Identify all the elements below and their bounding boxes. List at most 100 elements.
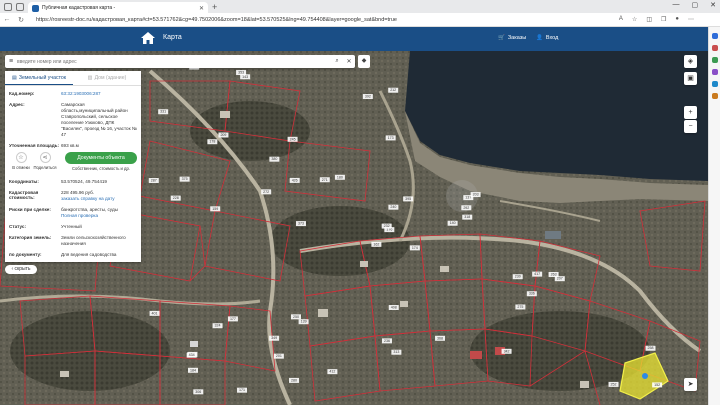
back-icon[interactable]: ←	[0, 16, 14, 23]
favorite-star-icon[interactable]: ☆	[632, 16, 637, 23]
parcel-number-label[interactable]: 203	[473, 193, 479, 197]
favorites-button[interactable]: ☆ В отмеки	[9, 152, 33, 170]
games-icon[interactable]	[711, 69, 718, 75]
layers-filter-icon[interactable]: ◆	[358, 55, 370, 68]
parcel-number-label[interactable]: 375	[182, 177, 188, 181]
login-button[interactable]: 👤 Вход	[536, 35, 558, 41]
parcel-number-label[interactable]: 292	[463, 206, 469, 210]
parcel-number-label[interactable]: 140	[450, 221, 456, 225]
documents-button[interactable]: Документы объекта	[65, 151, 137, 164]
parcel-number-label[interactable]: 426	[292, 178, 298, 182]
map-type-icon[interactable]: ▣	[684, 72, 697, 85]
parcel-number-label[interactable]: 342	[504, 349, 510, 353]
map-nav-label[interactable]: Карта	[163, 34, 182, 41]
zoom-out-button[interactable]: −	[684, 120, 697, 133]
parcel-number-label[interactable]: 287	[151, 179, 157, 183]
parcel-number-label[interactable]: 275	[517, 305, 523, 309]
parcel-number-label[interactable]: 434	[189, 353, 195, 357]
parcel-number-label[interactable]: 232	[384, 224, 390, 228]
parcel-number-label[interactable]: 392	[365, 95, 371, 99]
parcel-number-label[interactable]: 180	[337, 175, 343, 179]
parcel-number-label[interactable]: 258	[648, 346, 654, 350]
search-input[interactable]	[17, 58, 331, 65]
zoom-in-button[interactable]: +	[684, 106, 697, 119]
parcel-number-label[interactable]: 152	[654, 383, 660, 387]
parcel-number-label[interactable]: 250	[293, 315, 299, 319]
parcel-number-label[interactable]: 368	[437, 336, 443, 340]
parcel-number-label[interactable]: 230	[515, 275, 521, 279]
parcel-number-label[interactable]: 173	[388, 136, 394, 140]
parcel-number-label[interactable]: 408	[391, 306, 397, 310]
parcel-number-label[interactable]: 412	[329, 370, 335, 374]
split-screen-icon[interactable]: ◫	[646, 16, 652, 23]
outlook-icon[interactable]	[711, 81, 718, 87]
parcel-number-label[interactable]: 171	[239, 388, 245, 392]
close-tab-icon[interactable]: ✕	[199, 5, 204, 12]
read-aloud-icon[interactable]: A	[619, 16, 623, 23]
search-icon[interactable]: ⌕	[331, 58, 343, 65]
parcel-number-label[interactable]: 159	[212, 207, 218, 211]
parcel-number-label[interactable]: 184	[190, 368, 196, 372]
parcel-number-label[interactable]: 401	[152, 311, 158, 315]
parcel-number-label[interactable]: 143	[242, 75, 248, 79]
parcel-number-label[interactable]: 313	[393, 350, 399, 354]
parcel-number-label[interactable]: 380	[271, 157, 277, 161]
parcel-number-label[interactable]: 417	[534, 272, 540, 276]
share-button[interactable]: ⋖ Поделиться	[33, 152, 57, 170]
tab-building[interactable]: ▥ Дом (здание)	[73, 71, 141, 85]
parcel-number-label[interactable]: 373	[298, 222, 304, 226]
url-field[interactable]: https://rosreestr-doc.ru/кадастровая_кар…	[36, 17, 619, 23]
browser-workspace-icons[interactable]	[4, 3, 24, 11]
order-certificate-link[interactable]: заказать справку на дату	[61, 196, 115, 201]
parcel-number-label[interactable]: 395	[405, 197, 411, 201]
office-icon[interactable]	[711, 93, 718, 99]
parcel-number-label[interactable]: 318	[464, 215, 470, 219]
parcel-number-label[interactable]: 162	[373, 242, 379, 246]
parcel-number-label[interactable]: 252	[611, 382, 617, 386]
full-check-link[interactable]: Полная проверка	[61, 213, 98, 218]
more-menu-icon[interactable]: ⋯	[688, 16, 694, 23]
menu-icon[interactable]: ≡	[5, 58, 17, 65]
parcel-number-label[interactable]: 331	[160, 110, 166, 114]
search-sidebar-icon[interactable]	[711, 33, 718, 39]
parcel-number-label[interactable]: 139	[301, 320, 307, 324]
parcel-number-label[interactable]: 209	[220, 133, 226, 137]
tab-land-parcel[interactable]: ▤ Земельный участок	[5, 71, 73, 85]
parcel-number-label[interactable]: 240	[390, 205, 396, 209]
parcel-number-label[interactable]: 324	[215, 324, 221, 328]
orders-button[interactable]: 🛒 Заказы	[498, 35, 526, 41]
parcel-number-label[interactable]: 212	[390, 88, 396, 92]
geolocation-icon[interactable]: ➤	[684, 378, 697, 391]
parcel-number-label[interactable]: 137	[465, 196, 471, 200]
parcel-number-label[interactable]: 174	[412, 246, 418, 250]
collections-icon[interactable]: ❐	[661, 16, 666, 23]
minimize-icon[interactable]: —	[673, 1, 680, 9]
parcel-number-label[interactable]: 336	[529, 292, 535, 296]
home-icon[interactable]	[140, 31, 156, 45]
parcel-number-label[interactable]: 349	[271, 336, 277, 340]
parcel-number-label[interactable]: 245	[290, 137, 296, 141]
parcel-number-label[interactable]: 280	[291, 378, 297, 382]
parcel-number-label[interactable]: 177	[230, 317, 236, 321]
refresh-icon[interactable]: ↻	[14, 16, 28, 24]
parcel-number-label[interactable]: 236	[384, 339, 390, 343]
parcel-number-label[interactable]: 228	[173, 196, 179, 200]
parcel-number-label[interactable]: 271	[322, 178, 328, 182]
close-window-icon[interactable]: ✕	[710, 1, 716, 9]
new-tab-icon[interactable]: +	[212, 2, 217, 12]
shopping-icon[interactable]	[711, 45, 718, 51]
parcel-number-label[interactable]: 207	[557, 277, 563, 281]
tools-icon[interactable]	[711, 57, 718, 63]
parcel-number-label[interactable]: 353	[238, 71, 244, 75]
parcel-number-label[interactable]: 306	[195, 390, 201, 394]
collapse-panel-button[interactable]: ‹ скрыть	[5, 265, 37, 274]
clear-search-icon[interactable]: ✕	[343, 58, 355, 65]
cad-number-value[interactable]: 63:32:1903006:287	[61, 91, 137, 97]
parcel-number-label[interactable]: 178	[209, 140, 215, 144]
parcel-number-label[interactable]: 201	[276, 354, 282, 358]
layers-icon[interactable]: ◈	[684, 55, 697, 68]
profile-avatar-icon[interactable]: ●	[675, 16, 679, 23]
parcel-number-label[interactable]: 272	[263, 190, 269, 194]
parcel-number-label[interactable]: 263	[551, 272, 557, 276]
maximize-icon[interactable]: ▢	[692, 1, 699, 9]
